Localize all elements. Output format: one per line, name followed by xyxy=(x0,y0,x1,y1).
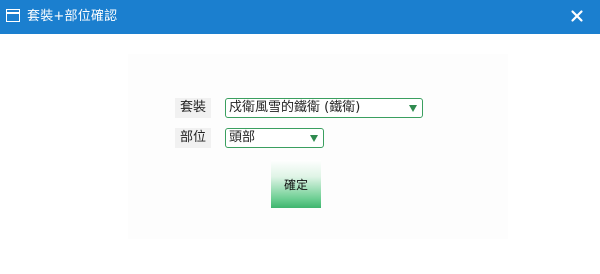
part-select[interactable]: 頭部 xyxy=(225,128,324,148)
title-bar: 套裝+部位確認 xyxy=(0,0,600,34)
window-icon xyxy=(6,9,20,22)
set-label: 套裝 xyxy=(175,98,211,118)
part-label: 部位 xyxy=(175,128,211,148)
window-title: 套裝+部位確認 xyxy=(27,9,118,24)
close-button[interactable] xyxy=(568,7,586,25)
chevron-down-icon xyxy=(409,105,417,112)
dialog-body: 套裝 戍衛風雪的鐵衛 (鐵衛) 部位 頭部 確定 xyxy=(0,34,600,274)
close-icon xyxy=(571,10,583,22)
confirm-button[interactable]: 確定 xyxy=(271,160,321,208)
part-select-value: 頭部 xyxy=(229,130,256,145)
set-select[interactable]: 戍衛風雪的鐵衛 (鐵衛) xyxy=(225,98,423,118)
set-select-value: 戍衛風雪的鐵衛 (鐵衛) xyxy=(229,100,361,115)
chevron-down-icon xyxy=(310,135,318,142)
